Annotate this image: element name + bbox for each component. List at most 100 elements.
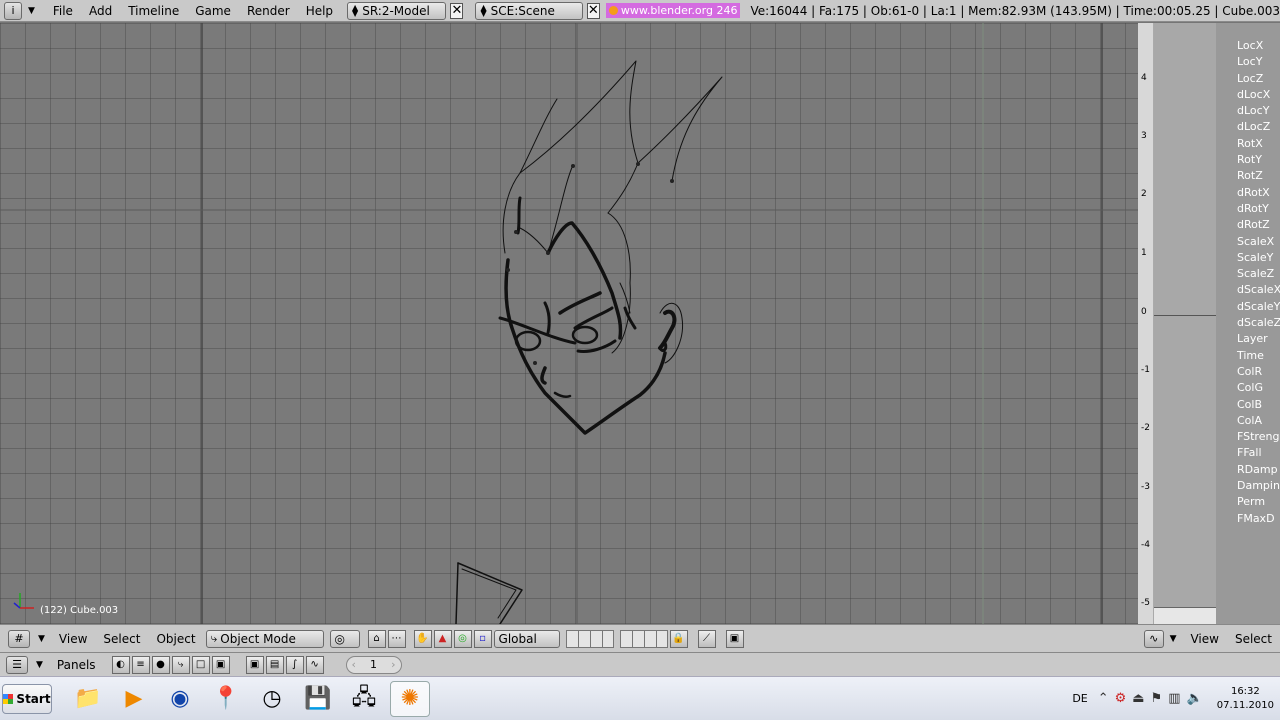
ipo-window-icon[interactable]: ∿ — [1144, 629, 1164, 648]
pin-icon[interactable]: 📍 — [206, 681, 246, 717]
menu-view[interactable]: View — [51, 632, 95, 646]
ipo-channel[interactable]: RotX — [1216, 137, 1280, 153]
media-player-icon[interactable]: ▶ — [114, 681, 154, 717]
network-tray-icon[interactable]: ▥ — [1168, 691, 1180, 706]
ipo-channel[interactable]: RDamp — [1216, 463, 1280, 479]
ipo-channel[interactable]: dScaleZ — [1216, 316, 1280, 332]
delete-screen-button[interactable]: ✕ — [450, 2, 464, 19]
ipo-channel[interactable]: Perm — [1216, 495, 1280, 511]
system-clock[interactable]: 16:32 07.11.2010 — [1217, 685, 1274, 713]
layer-buttons-1[interactable] — [565, 629, 614, 648]
script-icon[interactable]: ≡ — [131, 655, 150, 674]
blender-url-badge[interactable]: www.blender.org 246 — [605, 3, 741, 18]
ipo-channel[interactable]: LocZ — [1216, 72, 1280, 88]
render-preview-icon[interactable]: ⟋ — [697, 629, 716, 648]
scale-icon[interactable]: ▫ — [473, 629, 492, 648]
ipo-curve-editor[interactable]: 4 3 2 1 0 -1 -2 -3 -4 -5 LocX LocY LocZ … — [1138, 23, 1280, 624]
pivot-icon[interactable]: ⌂ — [367, 629, 386, 648]
info-window-icon[interactable]: i — [4, 1, 22, 20]
menu-add[interactable]: Add — [81, 4, 120, 18]
ipo-channel[interactable]: FMaxD — [1216, 512, 1280, 528]
ipo-channel[interactable]: FFall — [1216, 446, 1280, 462]
ipo-channel[interactable]: dLocY — [1216, 104, 1280, 120]
render-icon[interactable]: ▣ — [245, 655, 264, 674]
chevron-down-icon[interactable]: ▼ — [36, 660, 43, 670]
ipo-channel[interactable]: RotY — [1216, 153, 1280, 169]
ipo-channel[interactable]: LocX — [1216, 39, 1280, 55]
explorer-folder-icon[interactable]: 📁 — [68, 681, 108, 717]
ipo-channel[interactable]: ColB — [1216, 398, 1280, 414]
object-icon[interactable]: ⤷ — [171, 655, 190, 674]
chevron-right-icon[interactable]: › — [391, 658, 395, 671]
scene-selector[interactable]: ▲ ▼ SCE:Scene — [475, 1, 583, 20]
save-disk-icon[interactable]: 💾 — [298, 681, 338, 717]
ipo-channel[interactable]: dLocZ — [1216, 120, 1280, 136]
volume-icon[interactable]: 🔈 — [1187, 691, 1203, 706]
editing-icon[interactable]: □ — [191, 655, 210, 674]
rotate-icon[interactable]: ◎ — [453, 629, 472, 648]
logic-icon[interactable]: ◐ — [111, 655, 130, 674]
buttons-window-icon[interactable]: ☰ — [6, 655, 28, 674]
ipo-channel[interactable]: dLocX — [1216, 88, 1280, 104]
firefox-icon[interactable]: ◉ — [160, 681, 200, 717]
delete-scene-button[interactable]: ✕ — [586, 2, 600, 19]
anim-icon[interactable]: ▤ — [265, 655, 284, 674]
ipo-channel[interactable]: dScaleX — [1216, 283, 1280, 299]
ipo-channel[interactable]: ScaleZ — [1216, 267, 1280, 283]
blender-taskbar-icon[interactable]: ✺ — [390, 680, 430, 717]
action-center-icon[interactable]: ⚑ — [1151, 691, 1163, 706]
draw-type-selector[interactable]: ◎ — [329, 629, 360, 648]
hand-icon[interactable]: ✋ — [413, 629, 432, 648]
ipo-channel[interactable]: ScaleX — [1216, 235, 1280, 251]
ipo-channel[interactable]: dRotX — [1216, 186, 1280, 202]
mode-selector[interactable]: ⤷ Object Mode — [205, 629, 324, 648]
menu-object[interactable]: Object — [148, 632, 203, 646]
world-icon[interactable]: ∿ — [305, 655, 324, 674]
layer-buttons-2[interactable] — [619, 629, 668, 648]
ipo-channel[interactable]: RotZ — [1216, 169, 1280, 185]
menu-panels[interactable]: Panels — [49, 658, 104, 672]
ipo-channel[interactable]: ScaleY — [1216, 251, 1280, 267]
ipo-channel[interactable]: LocY — [1216, 55, 1280, 71]
ipo-channel[interactable]: dRotZ — [1216, 218, 1280, 234]
ipo-channel[interactable]: Damping — [1216, 479, 1280, 495]
chevron-down-icon[interactable]: ▼ — [38, 634, 45, 644]
ipo-channel-list[interactable]: LocX LocY LocZ dLocX dLocY dLocZ RotX Ro… — [1216, 23, 1280, 624]
chevron-down-icon[interactable]: ▼ — [1170, 634, 1177, 644]
menu-timeline[interactable]: Timeline — [120, 4, 187, 18]
grid-window-icon[interactable]: # — [8, 629, 30, 648]
sound-icon[interactable]: ∫ — [285, 655, 304, 674]
menu-render[interactable]: Render — [239, 4, 298, 18]
ipo-channel[interactable]: ColR — [1216, 365, 1280, 381]
chevron-left-icon[interactable]: ‹ — [352, 658, 356, 671]
tray-app-icon[interactable]: ⚙ — [1115, 691, 1127, 706]
lock-icon[interactable]: 🔒 — [669, 629, 688, 648]
orientation-selector[interactable]: Global — [493, 629, 560, 648]
show-hidden-icons-icon[interactable]: ⌃ — [1098, 691, 1109, 706]
ipo-graph-area[interactable] — [1154, 23, 1216, 608]
ipo-channel[interactable]: ColG — [1216, 381, 1280, 397]
opengl-render-icon[interactable]: ▣ — [725, 629, 744, 648]
snap-icon[interactable]: ⋯ — [387, 629, 406, 648]
ipo-menu-view[interactable]: View — [1182, 632, 1226, 646]
clock-app-icon[interactable]: ◷ — [252, 681, 292, 717]
menu-select[interactable]: Select — [95, 632, 148, 646]
shading-icon[interactable]: ● — [151, 655, 170, 674]
scene-icon[interactable]: ▣ — [211, 655, 230, 674]
frame-number-field[interactable]: ‹ 1 › — [345, 655, 402, 674]
menu-help[interactable]: Help — [298, 4, 341, 18]
language-indicator[interactable]: DE — [1072, 692, 1087, 705]
ipo-menu-select[interactable]: Select — [1227, 632, 1280, 646]
usb-icon[interactable]: ⏏ — [1132, 691, 1144, 706]
menu-game[interactable]: Game — [187, 4, 239, 18]
ipo-channel[interactable]: Time — [1216, 349, 1280, 365]
3d-viewport[interactable]: (122) Cube.003 — [0, 23, 1138, 624]
menu-file[interactable]: File — [45, 4, 81, 18]
window-type-chevron-icon[interactable]: ▼ — [28, 6, 35, 16]
start-button[interactable]: Start — [2, 683, 52, 714]
ipo-channel[interactable]: FStreng — [1216, 430, 1280, 446]
ipo-channel[interactable]: ColA — [1216, 414, 1280, 430]
ipo-channel[interactable]: dScaleY — [1216, 300, 1280, 316]
screen-selector[interactable]: ▲ ▼ SR:2-Model — [347, 1, 447, 20]
ipo-channel[interactable]: Layer — [1216, 332, 1280, 348]
